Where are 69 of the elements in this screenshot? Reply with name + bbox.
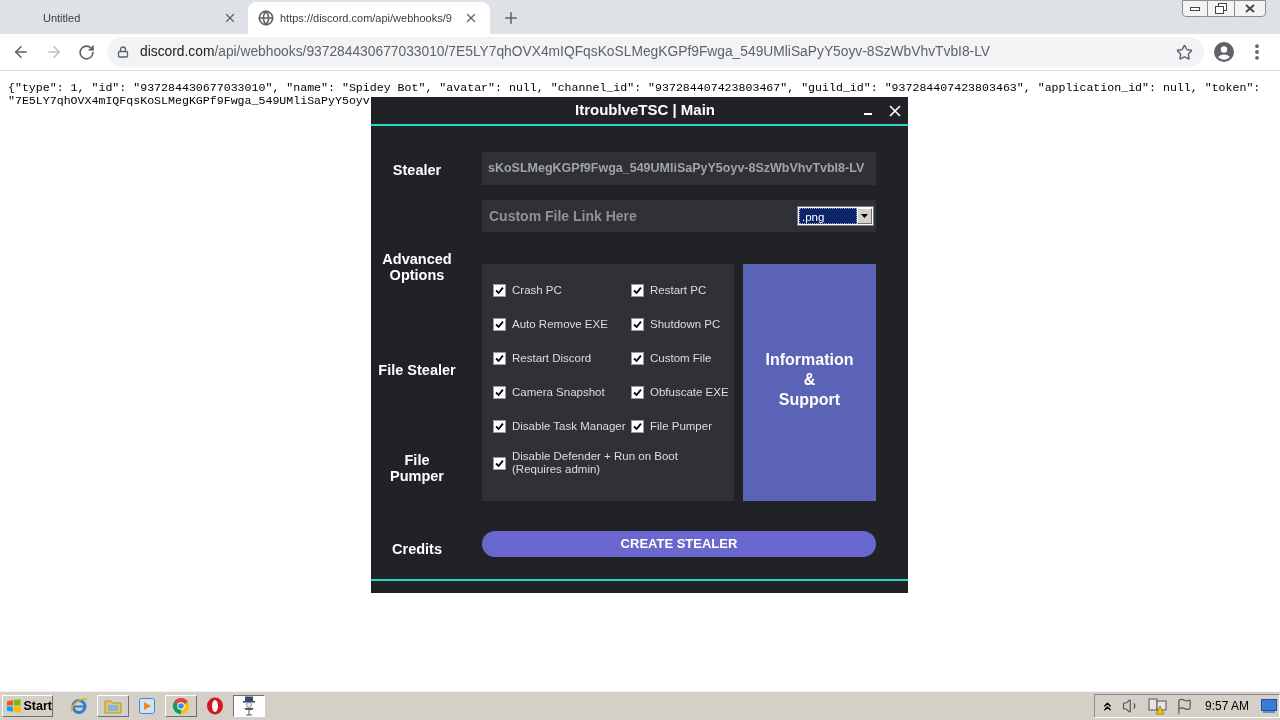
nav-item[interactable]: File Pumper <box>377 452 457 484</box>
address-bar[interactable]: discord.com/api/webhooks/937284430677033010/7E5LY7qhOVX4mIQFqsKoSLMegKGPf9Fwga_549UMliSaPyY5oyv-8SzWbVhvTvbI8-LV <box>107 37 1204 67</box>
checkbox[interactable] <box>631 351 644 365</box>
star-icon[interactable] <box>1176 43 1193 61</box>
close-window-button[interactable] <box>1234 0 1266 17</box>
json-text-line: {"type": 1, "id": "937284430677033010", "name": "Spidey Bot", "avatar": null, "channel_id": "937284407423803467", "guild_id": "937284407423803463", "application_id": null, "token": <box>8 81 1261 94</box>
checkbox[interactable] <box>493 283 506 297</box>
nav-item[interactable]: File Stealer <box>377 362 457 378</box>
flag-logo-icon <box>6 698 22 714</box>
browser-tab[interactable]: https://discord.com/api/webhooks/9 <box>248 2 490 34</box>
checkbox[interactable] <box>493 456 506 470</box>
nav-item[interactable]: Advanced Options <box>377 251 457 283</box>
info-support-button[interactable]: Information & Support <box>743 264 876 501</box>
close-icon <box>1245 4 1255 13</box>
create-stealer-button[interactable]: CREATE STEALER <box>482 531 876 557</box>
figure-icon <box>241 696 257 716</box>
nav-item[interactable]: Stealer <box>377 162 457 178</box>
close-icon[interactable] <box>889 104 901 117</box>
checkbox[interactable] <box>493 351 506 365</box>
file-type-select[interactable]: .png <box>797 206 874 226</box>
profile-icon[interactable] <box>1214 42 1234 62</box>
play-icon <box>139 698 155 714</box>
screen-icon[interactable] <box>1261 699 1277 713</box>
option-label[interactable]: Restart Discord <box>512 351 592 365</box>
checkbox[interactable] <box>631 385 644 399</box>
minimize-icon <box>1190 6 1200 11</box>
taskbar-button[interactable] <box>233 695 265 717</box>
close-tab-icon[interactable] <box>223 11 237 25</box>
checkbox[interactable] <box>493 385 506 399</box>
option-label[interactable]: Shutdown PC <box>650 317 721 331</box>
checkbox[interactable] <box>631 317 644 331</box>
option-label[interactable]: File Pumper <box>650 419 712 433</box>
globe-icon <box>258 10 274 26</box>
restore-icon <box>1215 3 1227 14</box>
browser-tab[interactable]: Untitled <box>0 2 245 34</box>
flag-icon[interactable] <box>1175 697 1193 715</box>
clock-text[interactable]: 9:57 AM <box>1204 697 1249 715</box>
network-warning-icon[interactable] <box>1147 697 1168 715</box>
option-label[interactable]: Camera Snapshot <box>512 385 605 399</box>
ring-logo-icon <box>206 697 224 715</box>
window-title: ItroublveTSC | Main <box>575 100 716 121</box>
option-label[interactable]: Obfuscate EXE <box>650 385 729 399</box>
reload-icon[interactable] <box>78 43 95 61</box>
new-tab-icon[interactable] <box>502 9 520 27</box>
nav-item[interactable]: Credits <box>377 541 457 557</box>
option-label[interactable]: Auto Remove EXE <box>512 317 608 331</box>
option-label[interactable]: Custom File <box>650 351 712 365</box>
orbit-logo-icon <box>70 697 88 715</box>
option-label[interactable]: Crash PC <box>512 283 562 297</box>
option-label[interactable]: Disable Task Manager <box>512 419 626 433</box>
checkbox[interactable] <box>631 419 644 433</box>
minimize-button[interactable] <box>1182 0 1208 17</box>
segmented-circle-icon <box>172 697 190 715</box>
custom-file-field[interactable]: Custom File Link Here <box>482 200 797 232</box>
folder-icon <box>104 698 122 714</box>
lock-icon <box>117 46 129 58</box>
checkbox[interactable] <box>493 419 506 433</box>
option-label[interactable]: Restart PC <box>650 283 707 297</box>
back-icon[interactable] <box>12 43 30 61</box>
restore-button[interactable] <box>1208 0 1234 17</box>
minimize-icon[interactable] <box>864 112 872 115</box>
checkbox[interactable] <box>631 283 644 297</box>
json-text-line: "7E5LY7qhOVX4mIQFqsKoSLMegKGPf9Fwga_549UMliSaPyY5oyv <box>8 94 370 107</box>
start-button[interactable]: Start <box>2 695 53 717</box>
option-label[interactable]: Disable Defender + Run on Boot (Requires admin) <box>512 450 678 476</box>
checkbox[interactable] <box>493 317 506 331</box>
webhook-field[interactable]: sKoSLMegKGPf9Fwga_549UMliSaPyY5oyv-8SzWbVhvTvbI8-LV <box>482 152 876 185</box>
close-tab-icon[interactable] <box>464 11 478 25</box>
caret-icon <box>861 214 868 218</box>
